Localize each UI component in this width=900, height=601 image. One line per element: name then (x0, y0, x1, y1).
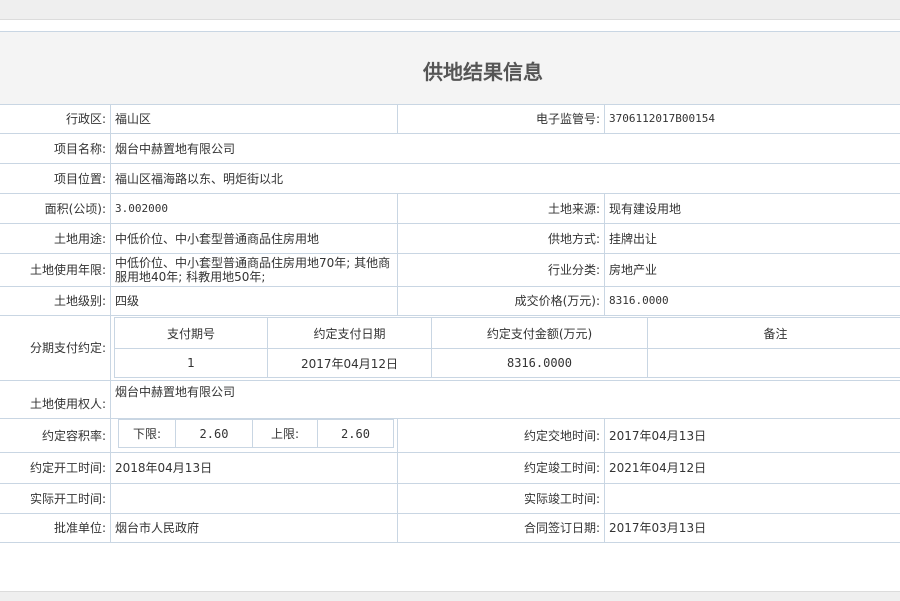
supply-result-panel: 供地结果信息 行政区: 福山区 电子监管号: 3706112017B00154 … (0, 31, 900, 573)
area-label: 面积(公顷): (0, 193, 110, 223)
use-term-label: 土地使用年限: (0, 253, 110, 286)
row-land-grade: 土地级别: 四级 成交价格(万元): 8316.0000 (0, 286, 900, 316)
installment-header-period: 支付期号 (115, 318, 268, 349)
district-value: 福山区 (111, 104, 397, 133)
table-row: 1 2017年04月12日 8316.0000 (115, 349, 900, 378)
row-district: 行政区: 福山区 电子监管号: 3706112017B00154 (0, 104, 900, 134)
land-user-value: 烟台中赫置地有限公司 (111, 380, 900, 418)
installment-amount: 8316.0000 (432, 349, 648, 378)
supply-method-label: 供地方式: (398, 223, 604, 253)
approval-unit-label: 批准单位: (0, 513, 110, 542)
land-grade-value: 四级 (111, 286, 397, 315)
land-source-value: 现有建设用地 (605, 193, 900, 223)
row-start-finish: 约定开工时间: 2018年04月13日 约定竣工时间: 2021年04月12日 (0, 452, 900, 484)
row-project-name: 项目名称: 烟台中赫置地有限公司 (0, 133, 900, 164)
area-value: 3.002000 (111, 193, 397, 223)
actual-start-value (111, 483, 397, 513)
installment-date: 2017年04月12日 (268, 349, 432, 378)
installment-table: 支付期号 约定支付日期 约定支付金额(万元) 备注 1 2017年04月12日 … (114, 317, 900, 378)
title-band: 供地结果信息 (0, 31, 900, 105)
plot-ratio-label: 约定容积率: (0, 418, 110, 452)
installment-note (648, 349, 900, 378)
supervision-no-label: 电子监管号: (398, 104, 604, 133)
row-approval: 批准单位: 烟台市人民政府 合同签订日期: 2017年03月13日 (0, 513, 900, 543)
installment-period: 1 (115, 349, 268, 378)
row-plot-ratio: 约定容积率: 下限: 2.60 上限: 2.60 约定交地时间: 2017年04… (0, 418, 900, 453)
row-installments: 分期支付约定: 支付期号 约定支付日期 约定支付金额(万元) 备注 1 2017… (0, 315, 900, 381)
finish-time-value: 2021年04月12日 (605, 452, 900, 483)
start-time-label: 约定开工时间: (0, 452, 110, 483)
supply-method-value: 挂牌出让 (605, 223, 900, 253)
project-name-label: 项目名称: (0, 133, 110, 163)
actual-start-label: 实际开工时间: (0, 483, 110, 513)
actual-finish-value (605, 483, 900, 513)
row-project-location: 项目位置: 福山区福海路以东、明炬街以北 (0, 163, 900, 194)
plot-ratio-upper-value: 2.60 (318, 420, 394, 448)
project-name-value: 烟台中赫置地有限公司 (111, 133, 900, 163)
installment-header-date: 约定支付日期 (268, 318, 432, 349)
start-time-value: 2018年04月13日 (111, 452, 397, 483)
project-location-value: 福山区福海路以东、明炬街以北 (111, 163, 900, 193)
installment-label: 分期支付约定: (0, 315, 110, 380)
price-label: 成交价格(万元): (398, 286, 604, 315)
installment-header-amount: 约定支付金额(万元) (432, 318, 648, 349)
land-grade-label: 土地级别: (0, 286, 110, 315)
row-land-user: 土地使用权人: 烟台中赫置地有限公司 (0, 380, 900, 419)
use-term-value: 中低价位、中小套型普通商品住房用地70年; 其他商服用地40年; 科教用地50年… (111, 253, 397, 286)
industry-label: 行业分类: (398, 253, 604, 286)
land-source-label: 土地来源: (398, 193, 604, 223)
row-use-term: 土地使用年限: 中低价位、中小套型普通商品住房用地70年; 其他商服用地40年;… (0, 253, 900, 287)
approval-unit-value: 烟台市人民政府 (111, 513, 397, 542)
row-land-use: 土地用途: 中低价位、中小套型普通商品住房用地 供地方式: 挂牌出让 (0, 223, 900, 254)
top-scroll-area (0, 0, 900, 20)
plot-ratio-upper-label: 上限: (253, 420, 318, 448)
installment-header-row: 支付期号 约定支付日期 约定支付金额(万元) 备注 (115, 318, 900, 349)
handover-time-label: 约定交地时间: (398, 418, 604, 452)
industry-value: 房地产业 (605, 253, 900, 286)
land-use-label: 土地用途: (0, 223, 110, 253)
land-user-label: 土地使用权人: (0, 380, 110, 418)
actual-finish-label: 实际竣工时间: (398, 483, 604, 513)
price-value: 8316.0000 (605, 286, 900, 315)
handover-time-value: 2017年04月13日 (605, 418, 900, 452)
row-area: 面积(公顷): 3.002000 土地来源: 现有建设用地 (0, 193, 900, 224)
district-label: 行政区: (0, 104, 110, 133)
contract-date-value: 2017年03月13日 (605, 513, 900, 542)
page-title: 供地结果信息 (0, 56, 900, 85)
plot-ratio-table: 下限: 2.60 上限: 2.60 (118, 419, 394, 448)
plot-ratio-lower-label: 下限: (119, 420, 176, 448)
plot-ratio-lower-value: 2.60 (176, 420, 253, 448)
supervision-no-value: 3706112017B00154 (605, 104, 900, 133)
project-location-label: 项目位置: (0, 163, 110, 193)
installment-header-note: 备注 (648, 318, 900, 349)
finish-time-label: 约定竣工时间: (398, 452, 604, 483)
land-use-value: 中低价位、中小套型普通商品住房用地 (111, 223, 397, 253)
contract-date-label: 合同签订日期: (398, 513, 604, 542)
row-actual-times: 实际开工时间: 实际竣工时间: (0, 483, 900, 514)
